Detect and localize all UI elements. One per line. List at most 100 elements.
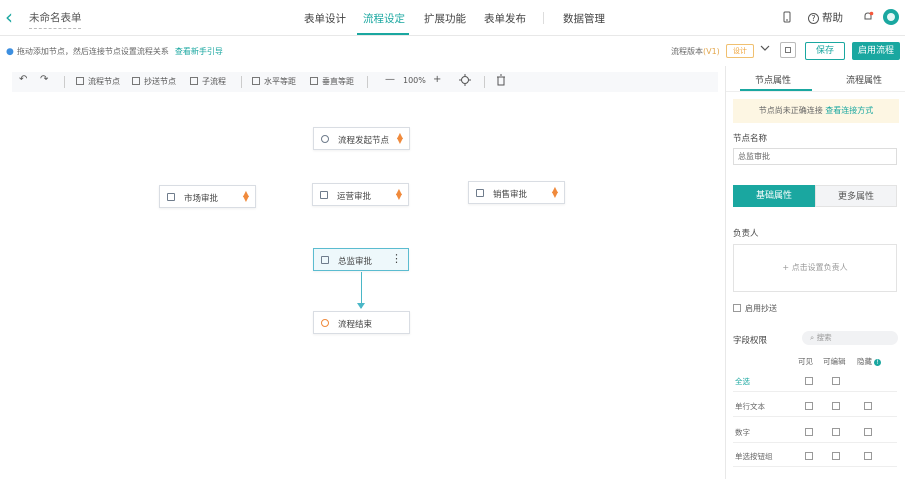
field-permissions-label: 字段权限 — [733, 336, 768, 346]
cc-node-label: 抄送节点 — [144, 77, 176, 86]
flow-canvas[interactable]: ↶ ↷ 流程节点 抄送节点 子流程 水平等距 垂直等距 — 100% + 流程发… — [0, 66, 725, 479]
node-name-label: 节点名称 — [733, 134, 768, 144]
version-status-badge: 设计 — [726, 44, 754, 58]
preview-icon — [785, 47, 791, 53]
tab-node-properties[interactable]: 节点属性 — [755, 73, 791, 86]
field-search-input[interactable]: ⌕ 搜索 — [802, 331, 898, 345]
sort-icon[interactable]: ▲ ▼ — [243, 190, 249, 203]
form-name-field[interactable]: 未命名表单 — [29, 10, 82, 29]
tab-flow-properties[interactable]: 流程属性 — [846, 73, 882, 86]
sub-toolbar: ● 拖动添加节点，然后连接节点设置流程关系 查看新手引导 流程版本(V1) 设计 保… — [0, 37, 905, 66]
tab-form-design[interactable]: 表单设计 — [304, 11, 346, 26]
play-icon — [321, 135, 329, 143]
sort-icon[interactable]: ▲ ▼ — [552, 186, 558, 199]
node-label: 流程发起节点 — [338, 136, 390, 146]
plus-icon: + — [782, 263, 792, 272]
nav-divider — [543, 12, 544, 24]
more-options-icon[interactable]: ⋮ — [391, 252, 402, 266]
connection-warning: 节点尚未正确连接 查看连接方式 — [733, 99, 899, 123]
enable-flow-button[interactable]: 启用流程 — [852, 42, 900, 60]
flow-node-sales[interactable]: 销售审批 ▲ ▼ — [468, 181, 565, 204]
set-assignee-button[interactable]: + 点击设置负责人 — [733, 244, 897, 292]
tab-data-management[interactable]: 数据管理 — [563, 11, 605, 26]
tab-divider — [726, 91, 905, 92]
vertical-space-label: 垂直等距 — [322, 77, 354, 86]
version-label: 流程版本(V1) — [671, 46, 720, 57]
flow-node-ops[interactable]: 运营审批 ▲ ▼ — [312, 183, 409, 206]
visible-checkbox[interactable] — [805, 428, 813, 436]
mobile-preview-icon[interactable] — [781, 11, 793, 23]
vertical-space-icon — [310, 77, 318, 85]
basic-properties-tab[interactable]: 基础属性 — [733, 185, 815, 207]
add-cc-node-button[interactable]: 抄送节点 — [132, 76, 176, 87]
vertical-space-button[interactable]: 垂直等距 — [310, 76, 354, 87]
editable-checkbox[interactable] — [832, 452, 840, 460]
visible-checkbox[interactable] — [805, 402, 813, 410]
horizontal-space-label: 水平等距 — [264, 77, 296, 86]
hidden-checkbox[interactable] — [864, 402, 872, 410]
locate-icon[interactable] — [459, 74, 471, 88]
node-label: 运营审批 — [337, 192, 372, 202]
tab-flow-settings[interactable]: 流程设定 — [363, 11, 405, 26]
connector-arrow-icon — [357, 303, 365, 309]
preview-button[interactable] — [780, 42, 796, 58]
more-properties-tab[interactable]: 更多属性 — [815, 185, 897, 207]
subflow-label: 子流程 — [202, 77, 226, 86]
node-label: 流程结束 — [338, 320, 373, 330]
active-tab-indicator — [740, 89, 812, 91]
flow-node-label: 流程节点 — [88, 77, 120, 86]
flow-node-icon — [76, 77, 84, 85]
help-button[interactable]: ? 帮助 — [808, 10, 843, 25]
enable-cc-checkbox[interactable]: 启用抄送 — [733, 303, 777, 314]
horizontal-space-button[interactable]: 水平等距 — [252, 76, 296, 87]
flow-node-start[interactable]: 流程发起节点 ▲ ▼ — [313, 127, 410, 150]
sort-icon[interactable]: ▲ ▼ — [397, 132, 403, 145]
add-flow-node-button[interactable]: 流程节点 — [76, 76, 120, 87]
approval-icon — [320, 191, 328, 199]
top-nav-bar: ‹ 未命名表单 表单设计 流程设定 扩展功能 表单发布 数据管理 ? 帮助 — [0, 0, 905, 36]
toolbar-divider — [484, 76, 485, 88]
save-button[interactable]: 保存 — [805, 42, 845, 60]
editable-checkbox[interactable] — [832, 377, 840, 385]
question-circle-icon: ? — [808, 13, 819, 24]
hidden-checkbox[interactable] — [864, 428, 872, 436]
field-name: 单行文本 — [735, 402, 765, 411]
delete-icon[interactable] — [496, 74, 506, 88]
col-hidden-header: 隐藏! — [857, 356, 881, 367]
flow-node-end[interactable]: 流程结束 — [313, 311, 410, 334]
approval-icon — [167, 193, 175, 201]
tab-extensions[interactable]: 扩展功能 — [424, 11, 466, 26]
editable-checkbox[interactable] — [832, 428, 840, 436]
hidden-checkbox[interactable] — [864, 452, 872, 460]
zoom-in-icon[interactable]: + — [433, 74, 441, 85]
flow-node-director[interactable]: 总监审批 ⋮ — [313, 248, 409, 271]
warning-text: 节点尚未正确连接 — [758, 106, 823, 115]
version-label-text: 流程版本 — [671, 47, 703, 56]
sort-icon[interactable]: ▲ ▼ — [396, 188, 402, 201]
node-name-input[interactable]: 总监审批 — [733, 148, 897, 165]
add-subflow-button[interactable]: 子流程 — [190, 76, 226, 87]
user-avatar[interactable] — [883, 9, 899, 25]
connection-help-link[interactable]: 查看连接方式 — [825, 106, 873, 115]
field-row: 数字 — [733, 421, 897, 443]
checkbox[interactable] — [733, 304, 741, 312]
cc-node-icon — [132, 77, 140, 85]
power-icon — [321, 319, 329, 327]
zoom-out-icon[interactable]: — — [385, 74, 395, 85]
tab-form-publish[interactable]: 表单发布 — [484, 11, 526, 26]
col-hidden: 隐藏 — [857, 357, 872, 366]
back-chevron-icon[interactable]: ‹ — [5, 7, 19, 28]
bell-icon[interactable] — [862, 11, 874, 23]
approval-icon — [476, 189, 484, 197]
flow-node-market[interactable]: 市场审批 ▲ ▼ — [159, 185, 256, 208]
guide-link[interactable]: 查看新手引导 — [175, 47, 223, 56]
visible-checkbox[interactable] — [805, 377, 813, 385]
undo-icon[interactable]: ↶ — [19, 74, 27, 85]
editable-checkbox[interactable] — [832, 402, 840, 410]
version-dropdown-chevron-icon[interactable] — [760, 43, 770, 56]
info-icon[interactable]: ! — [874, 359, 881, 366]
node-label: 总监审批 — [338, 257, 373, 267]
field-name[interactable]: 全选 — [735, 376, 750, 387]
redo-icon[interactable]: ↷ — [40, 74, 48, 85]
visible-checkbox[interactable] — [805, 452, 813, 460]
